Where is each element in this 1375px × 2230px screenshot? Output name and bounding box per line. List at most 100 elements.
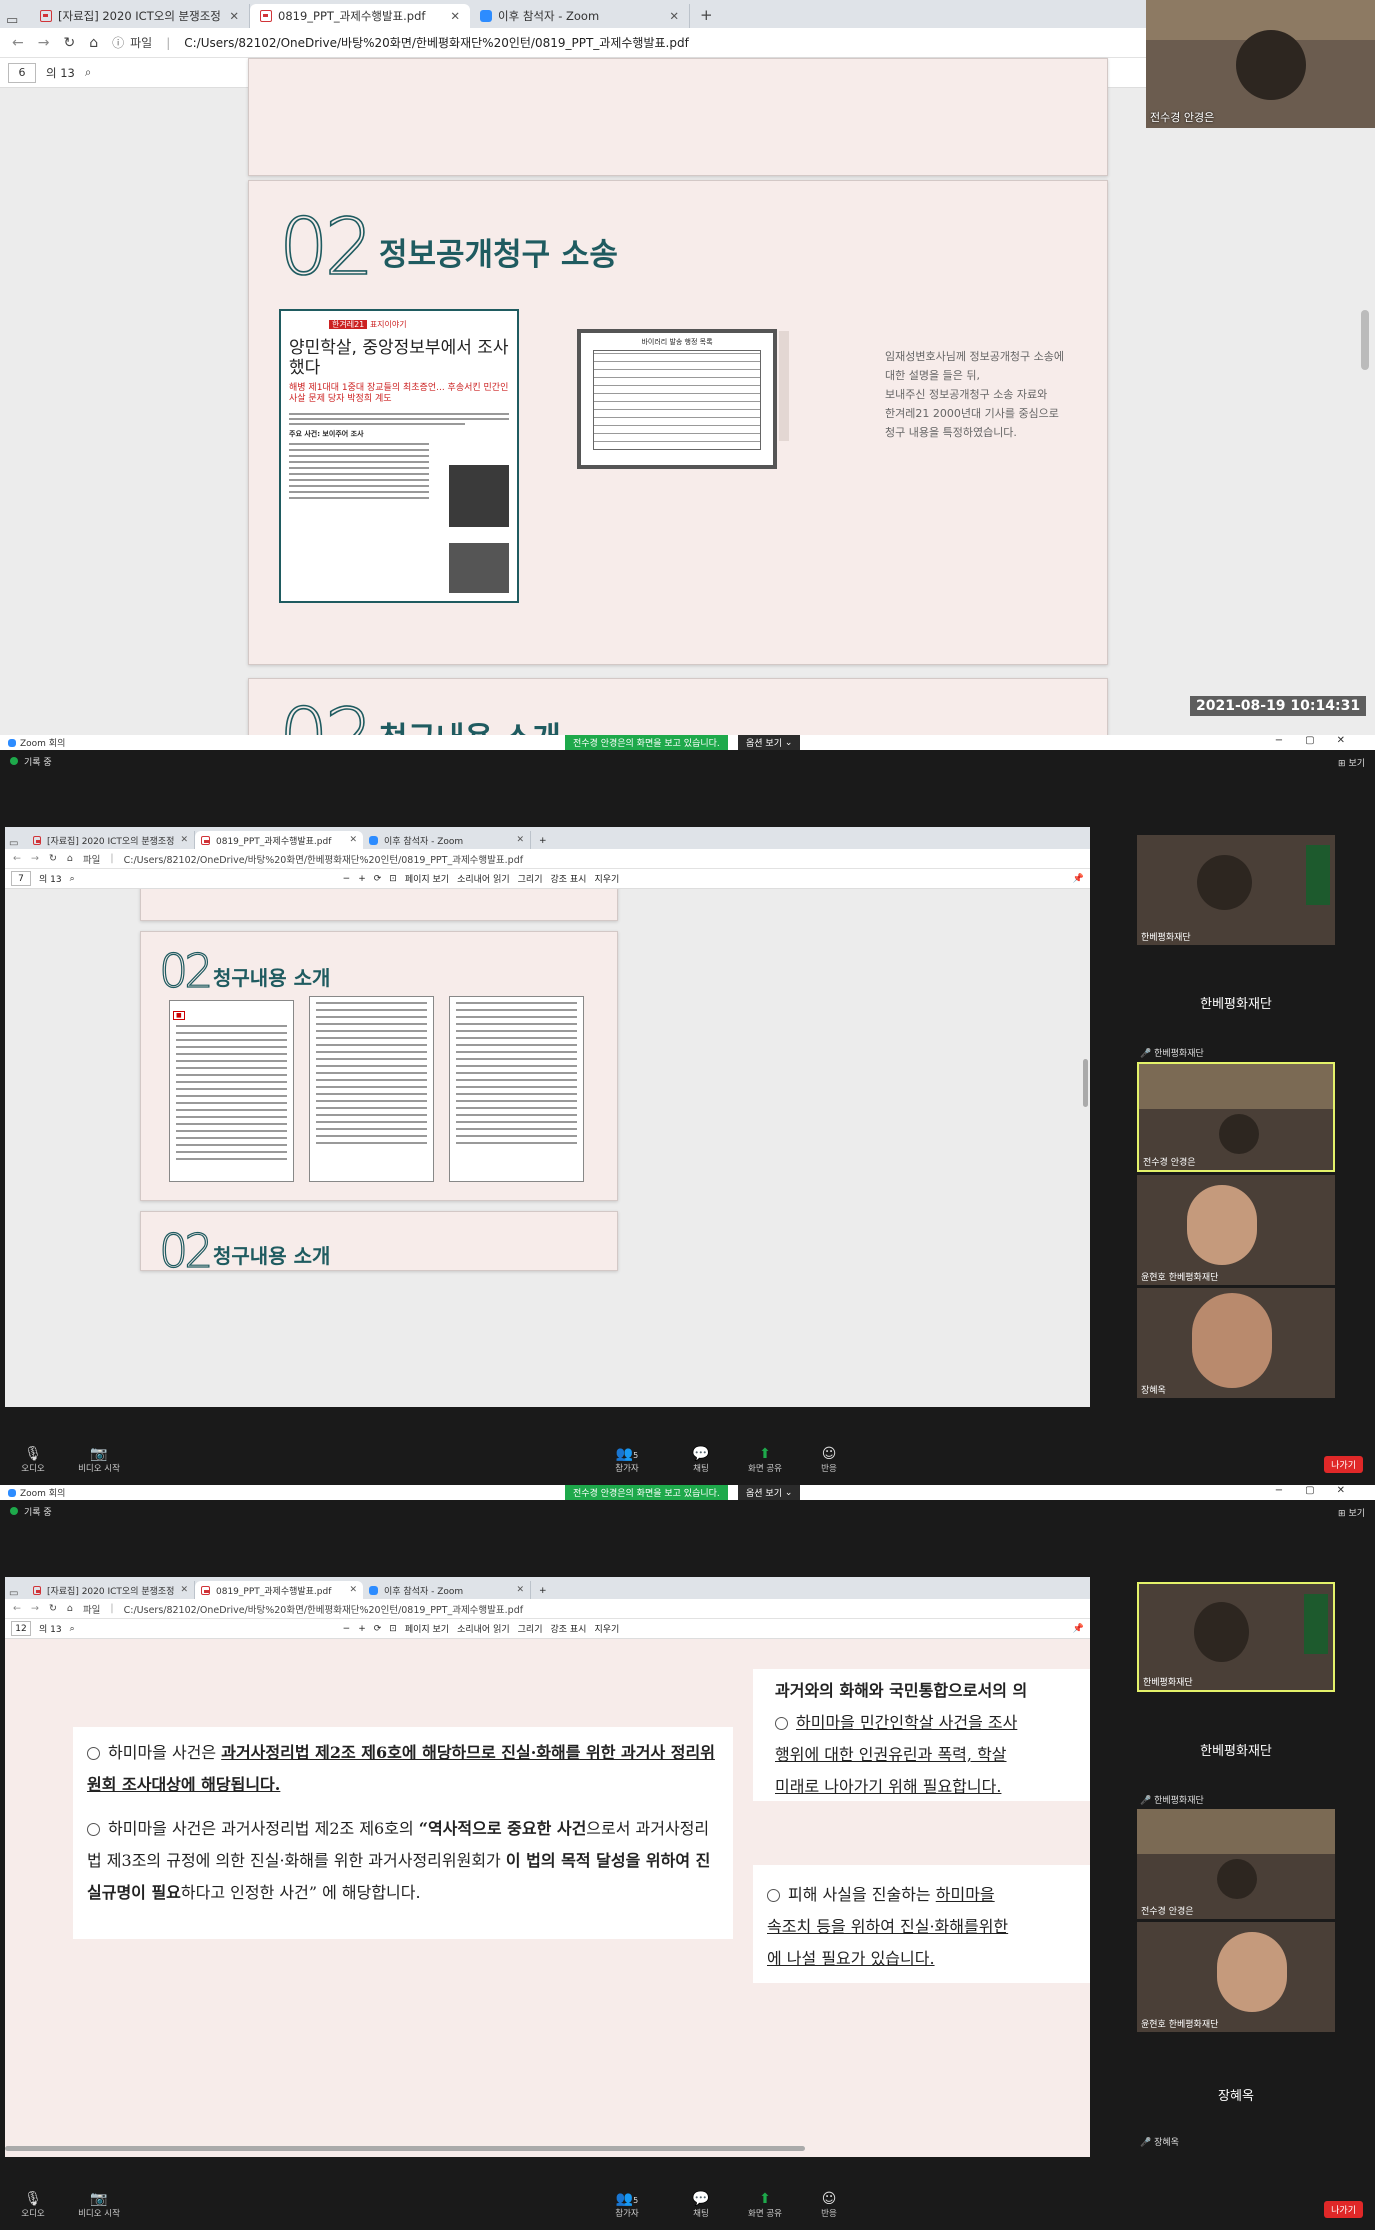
page-number-input[interactable]: 6 <box>8 62 36 83</box>
tab-document-2[interactable]: 0819_PPT_과제수행발표.pdf ✕ <box>195 831 363 849</box>
text-box-right-bottom: 피해 사실을 진술하는 하미마을 속조치 등을 위하여 진실·화해를위한 에 나… <box>753 1865 1090 1983</box>
view-button[interactable]: ⊞ 보기 <box>1338 1506 1365 1519</box>
chat-button[interactable]: 💬 채팅 <box>676 2191 726 2219</box>
search-icon[interactable]: ⌕ <box>70 874 75 884</box>
zoom-icon <box>8 1488 16 1497</box>
back-icon[interactable]: ← <box>12 35 24 51</box>
new-tab-icon[interactable]: + <box>539 1586 547 1596</box>
scrollbar[interactable] <box>1361 310 1369 370</box>
reactions-button[interactable]: ☺ 반응 <box>804 1446 854 1474</box>
close-icon[interactable]: ✕ <box>229 9 239 23</box>
url-field[interactable]: C:/Users/82102/OneDrive/바탕%20화면/한베평화재단%2… <box>124 852 523 866</box>
back-icon[interactable]: ← <box>13 853 21 864</box>
tab-document-1[interactable]: [자료집] 2020 ICT오의 분쟁조정 ✕ <box>30 4 250 28</box>
text-line: 하미마을 민간인학살 사건을 조사 <box>796 1713 1018 1732</box>
pin-icon[interactable]: 📌 <box>1073 1624 1084 1634</box>
participant-video[interactable]: 윤현호 한베평화재단 <box>1137 1175 1335 1285</box>
page-view-button[interactable]: 페이지 보기 <box>405 1622 449 1635</box>
rotate-icon[interactable]: ⟳ <box>374 874 382 884</box>
forward-icon[interactable]: → <box>31 853 39 864</box>
window-controls[interactable]: −▢✕ <box>1275 735 1367 746</box>
participant-video[interactable]: 전수경 안경은 <box>1137 1809 1335 1919</box>
camera-off-icon: 📷 <box>90 2191 108 2207</box>
video-button[interactable]: 📷 비디오 시작 <box>74 1446 124 1474</box>
scrollbar[interactable] <box>1083 1059 1088 1107</box>
pin-icon[interactable]: 📌 <box>1073 874 1084 884</box>
view-options-button[interactable]: 옵션 보기 ⌄ <box>738 735 801 750</box>
reload-icon[interactable]: ↻ <box>49 853 57 864</box>
reload-icon[interactable]: ↻ <box>49 1603 57 1614</box>
tab-actions-icon[interactable]: ▭ <box>9 1588 27 1599</box>
chat-button[interactable]: 💬 채팅 <box>676 1446 726 1474</box>
search-icon[interactable]: ⌕ <box>85 65 91 80</box>
forward-icon[interactable]: → <box>38 35 50 51</box>
close-icon[interactable]: ✕ <box>450 9 460 23</box>
participants-button[interactable]: 👥5 참가자 <box>602 2191 652 2219</box>
back-icon[interactable]: ← <box>13 1603 21 1614</box>
pdf-viewer[interactable]: 02 정보공개청구 소송 한겨레21 표지이야기 양민학살, 중앙정보부에서 조… <box>0 58 1375 735</box>
leave-button[interactable]: 나가기 <box>1324 1456 1363 1473</box>
view-options-button[interactable]: 옵션 보기 ⌄ <box>738 1485 801 1500</box>
page-number-input[interactable]: 12 <box>11 1621 31 1636</box>
zoom-in-icon[interactable]: + <box>358 874 366 884</box>
fit-icon[interactable]: ⊡ <box>389 874 397 884</box>
search-icon[interactable]: ⌕ <box>70 1624 75 1634</box>
erase-button[interactable]: 지우기 <box>594 1622 619 1635</box>
tab-bar: ▭ [자료집] 2020 ICT오의 분쟁조정 ✕ 0819_PPT_과제수행발표… <box>5 827 1090 849</box>
read-aloud-button[interactable]: 소리내어 읽기 <box>457 1622 510 1635</box>
zoom-out-icon[interactable]: − <box>343 1624 351 1634</box>
leave-button[interactable]: 나가기 <box>1324 2201 1363 2218</box>
home-icon[interactable]: ⌂ <box>89 35 98 51</box>
participant-name: 전수경 안경은 <box>1141 1907 1194 1917</box>
pdf-viewer[interactable]: 02 청구내용 소개 ■ 02 청구내용 소개 <box>5 889 1090 1407</box>
tab-document-1[interactable]: [자료집] 2020 ICT오의 분쟁조정 ✕ <box>27 1581 195 1599</box>
participant-video[interactable]: 장혜옥 <box>1137 1288 1335 1398</box>
slide-next: 02 청구내용 소개 <box>248 678 1108 735</box>
url-field[interactable]: C:/Users/82102/OneDrive/바탕%20화면/한베평화재단%2… <box>124 1602 523 1616</box>
forward-icon[interactable]: → <box>31 1603 39 1614</box>
participant-video[interactable]: 한베평화재단 <box>1137 835 1335 945</box>
tab-actions-icon[interactable]: ▭ <box>6 13 30 28</box>
tab-zoom[interactable]: 이후 참석자 - Zoom ✕ <box>470 4 690 28</box>
zoom-out-icon[interactable]: − <box>343 874 351 884</box>
highlight-button[interactable]: 강조 표시 <box>550 1622 586 1635</box>
reload-icon[interactable]: ↻ <box>63 35 75 51</box>
fit-icon[interactable]: ⊡ <box>389 1624 397 1634</box>
draw-button[interactable]: 그리기 <box>518 872 543 885</box>
share-screen-button[interactable]: ⬆ 화면 공유 <box>740 1446 790 1474</box>
new-tab-icon[interactable]: + <box>539 836 547 846</box>
home-icon[interactable]: ⌂ <box>67 853 73 864</box>
draw-button[interactable]: 그리기 <box>518 1622 543 1635</box>
page-number-input[interactable]: 7 <box>11 871 31 886</box>
tab-document-1[interactable]: [자료집] 2020 ICT오의 분쟁조정 ✕ <box>27 831 195 849</box>
zoom-in-icon[interactable]: + <box>358 1624 366 1634</box>
rotate-icon[interactable]: ⟳ <box>374 1624 382 1634</box>
erase-button[interactable]: 지우기 <box>594 872 619 885</box>
tab-zoom[interactable]: 이후 참석자 - Zoom ✕ <box>363 831 531 849</box>
new-tab-icon[interactable]: + <box>700 6 713 24</box>
reactions-button[interactable]: ☺ 반응 <box>804 2191 854 2219</box>
view-button[interactable]: ⊞ 보기 <box>1338 756 1365 769</box>
close-icon[interactable]: ✕ <box>669 9 679 23</box>
participants-button[interactable]: 👥5 참가자 <box>602 1446 652 1474</box>
pdf-viewer[interactable]: 하미마을 사건은 과거사정리법 제2조 제6호에 해당하므로 진실·화해를 위한… <box>5 1639 1090 2157</box>
video-button[interactable]: 📷 비디오 시작 <box>74 2191 124 2219</box>
tab-document-2[interactable]: 0819_PPT_과제수행발표.pdf ✕ <box>195 1581 363 1599</box>
horizontal-scrollbar[interactable] <box>5 2146 805 2151</box>
tab-document-2[interactable]: 0819_PPT_과제수행발표.pdf ✕ <box>250 4 470 28</box>
tab-actions-icon[interactable]: ▭ <box>9 838 27 849</box>
read-aloud-button[interactable]: 소리내어 읽기 <box>457 872 510 885</box>
participant-video-active[interactable]: 한베평화재단 <box>1137 1582 1335 1692</box>
audio-button[interactable]: 🎙 오디오 <box>8 2191 58 2219</box>
url-field[interactable]: C:/Users/82102/OneDrive/바탕%20화면/한베평화재단%2… <box>184 34 689 51</box>
tab-zoom[interactable]: 이후 참석자 - Zoom ✕ <box>363 1581 531 1599</box>
page-view-button[interactable]: 페이지 보기 <box>405 872 449 885</box>
highlight-button[interactable]: 강조 표시 <box>550 872 586 885</box>
audio-button[interactable]: 🎙 오디오 <box>8 1446 58 1474</box>
text-span: 하다고 인정한 사건” 에 해당합니다. <box>180 1883 421 1902</box>
participant-video-active[interactable]: 전수경 안경은 <box>1137 1062 1335 1172</box>
participant-video[interactable]: 윤현호 한베평화재단 <box>1137 1922 1335 2032</box>
window-controls[interactable]: −▢✕ <box>1275 1485 1367 1496</box>
share-screen-button[interactable]: ⬆ 화면 공유 <box>740 2191 790 2219</box>
home-icon[interactable]: ⌂ <box>67 1603 73 1614</box>
